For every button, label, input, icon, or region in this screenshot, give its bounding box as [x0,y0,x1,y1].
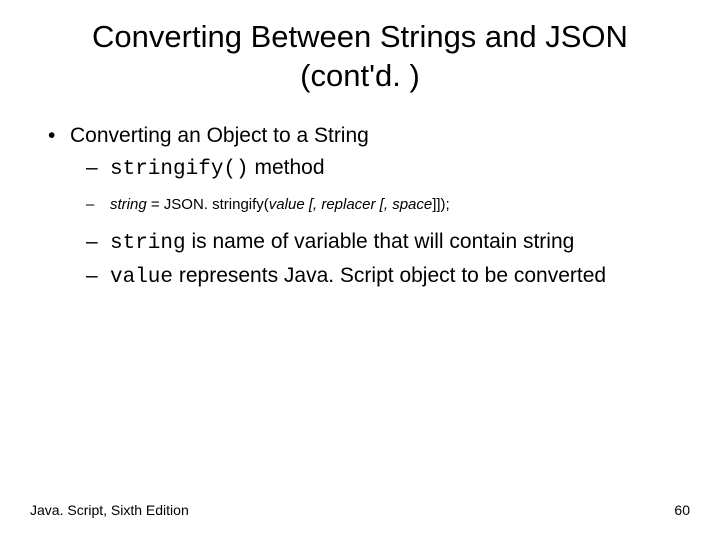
sub1-content: stringify() method [110,153,325,184]
sub3-rest: represents Java. Script object to be con… [173,264,606,287]
bullet-level3-syntax: – string = JSON. stringify(value [, repl… [86,194,690,217]
bullet-level2-value-desc: – value represents Java. Script object t… [86,261,690,292]
dash-icon: – [86,227,110,258]
bullet1-text: Converting an Object to a String [70,122,369,150]
slide: Converting Between Strings and JSON (con… [0,0,720,540]
bullet-icon: • [44,122,70,150]
syntax-mid: = JSON. stringify( [147,196,269,213]
syntax-end: ]]); [432,196,450,213]
syntax-string: string [110,196,147,213]
syntax-args: value [, replacer [, space [269,196,432,213]
sub2-content: string is name of variable that will con… [110,227,574,258]
dash-icon: – [86,261,110,292]
bullet-level2-string-desc: – string is name of variable that will c… [86,227,690,258]
bullet-level1: • Converting an Object to a String [44,122,690,150]
dash-icon: – [86,153,110,184]
code-stringify: stringify() [110,158,249,181]
footer-page-number: 60 [674,502,690,518]
code-line: string = JSON. stringify(value [, replac… [110,194,450,217]
sub1-rest: method [249,156,325,179]
bullet-level2-method: – stringify() method [86,153,690,184]
sub2-rest: is name of variable that will contain st… [186,230,575,253]
slide-title: Converting Between Strings and JSON (con… [30,18,690,96]
code-value: value [110,266,173,289]
code-string: string [110,232,186,255]
sub3-content: value represents Java. Script object to … [110,261,606,292]
dash-icon: – [86,194,110,217]
footer-book-title: Java. Script, Sixth Edition [30,502,189,518]
